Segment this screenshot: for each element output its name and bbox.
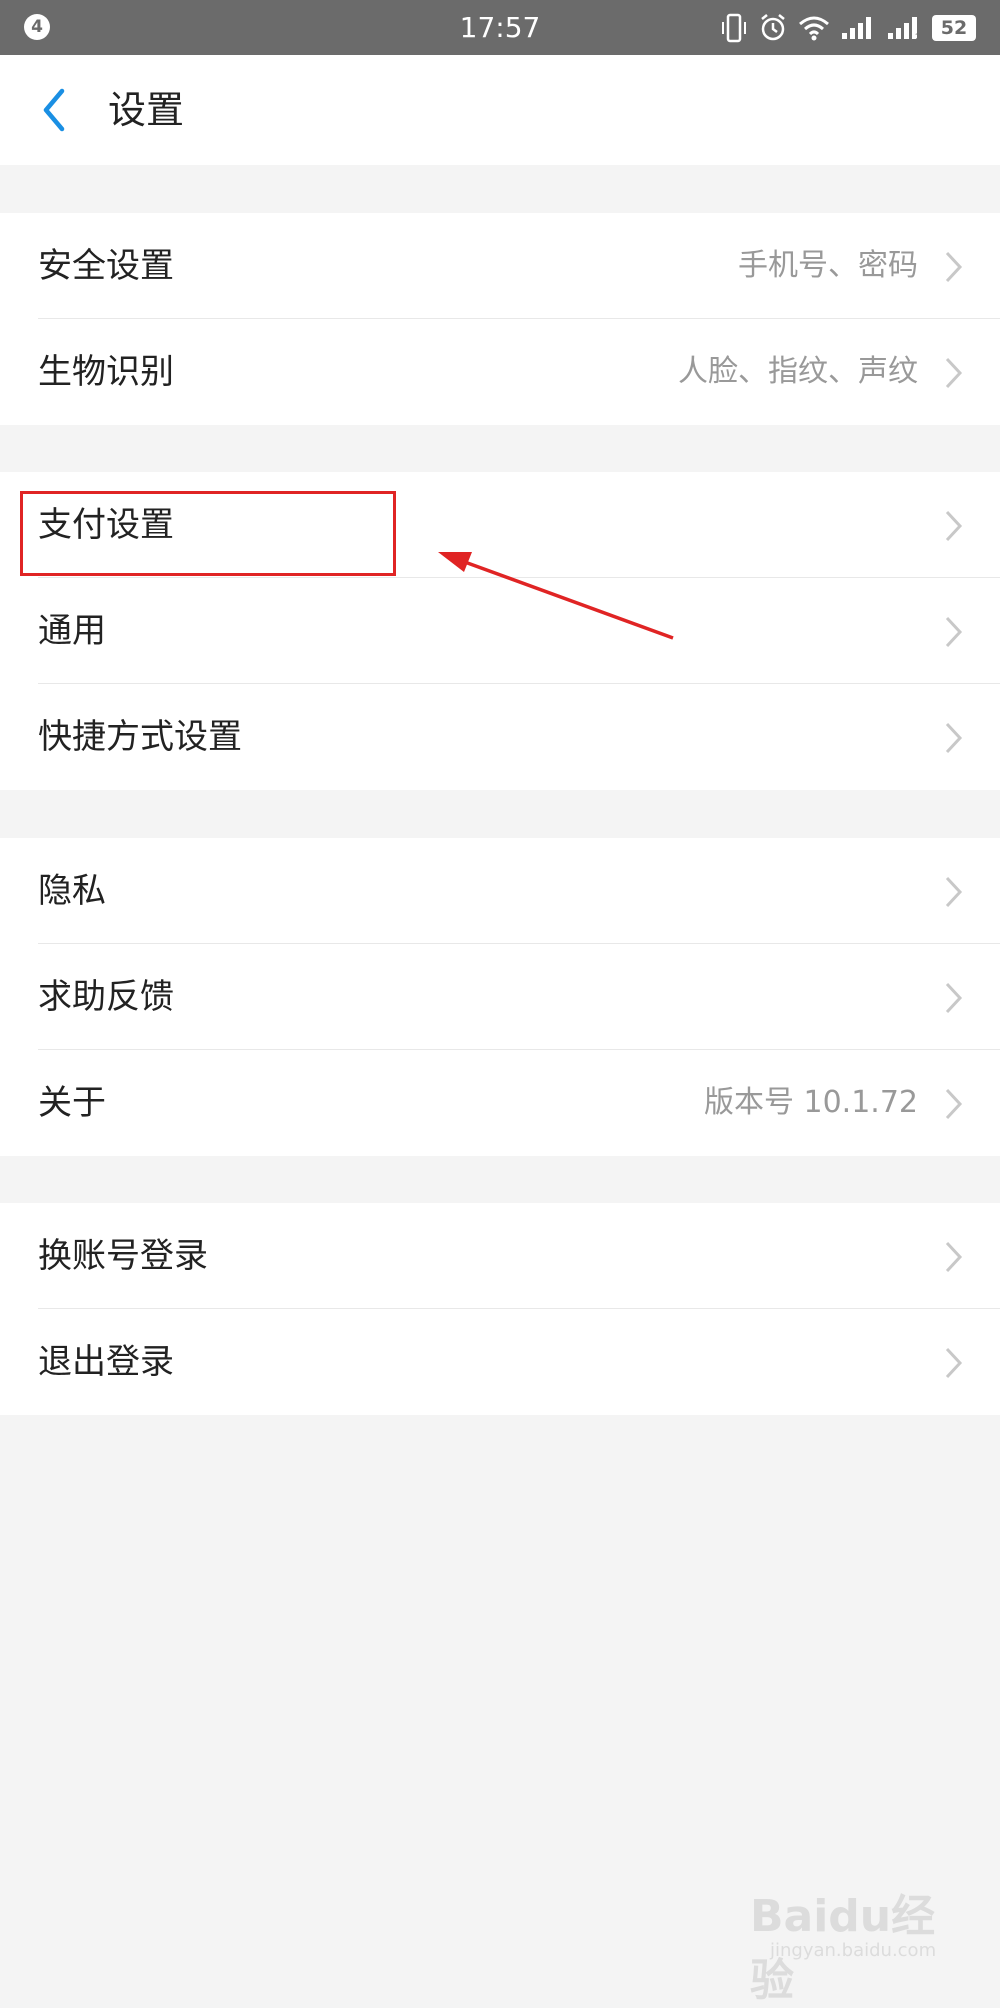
annotation-arrow (438, 552, 674, 640)
baidu-watermark: Baidu经验 jingyan.baidu.com (750, 1880, 950, 2006)
watermark-domain: jingyan.baidu.com (770, 1940, 937, 1961)
